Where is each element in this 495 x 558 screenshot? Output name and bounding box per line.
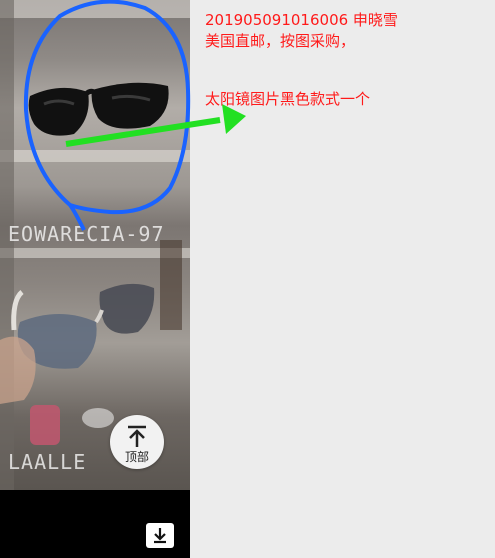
black-sunglasses	[28, 82, 169, 136]
download-button[interactable]	[146, 523, 174, 548]
annotation-line-3: 太阳镜图片黑色款式一个	[205, 90, 371, 108]
annotation-line-1: 201905091016006 申晓雪	[205, 11, 398, 29]
photo-watermark: EOWARECIA-97	[8, 222, 165, 246]
photo-watermark: LAALLE	[8, 450, 87, 474]
arrow-up-to-line-icon	[128, 425, 146, 447]
product-photo: EOWARECIA-97 LAALLE	[0, 0, 190, 490]
scroll-top-label: 顶部	[124, 450, 149, 464]
image-viewer: EOWARECIA-97 LAALLE 顶部	[0, 0, 190, 558]
hand	[0, 336, 36, 404]
scroll-top-button[interactable]: 顶部	[110, 415, 164, 469]
annotation-line-2: 美国直邮，按图采购，	[205, 32, 356, 50]
download-icon	[154, 528, 166, 544]
pink-item	[30, 405, 60, 445]
